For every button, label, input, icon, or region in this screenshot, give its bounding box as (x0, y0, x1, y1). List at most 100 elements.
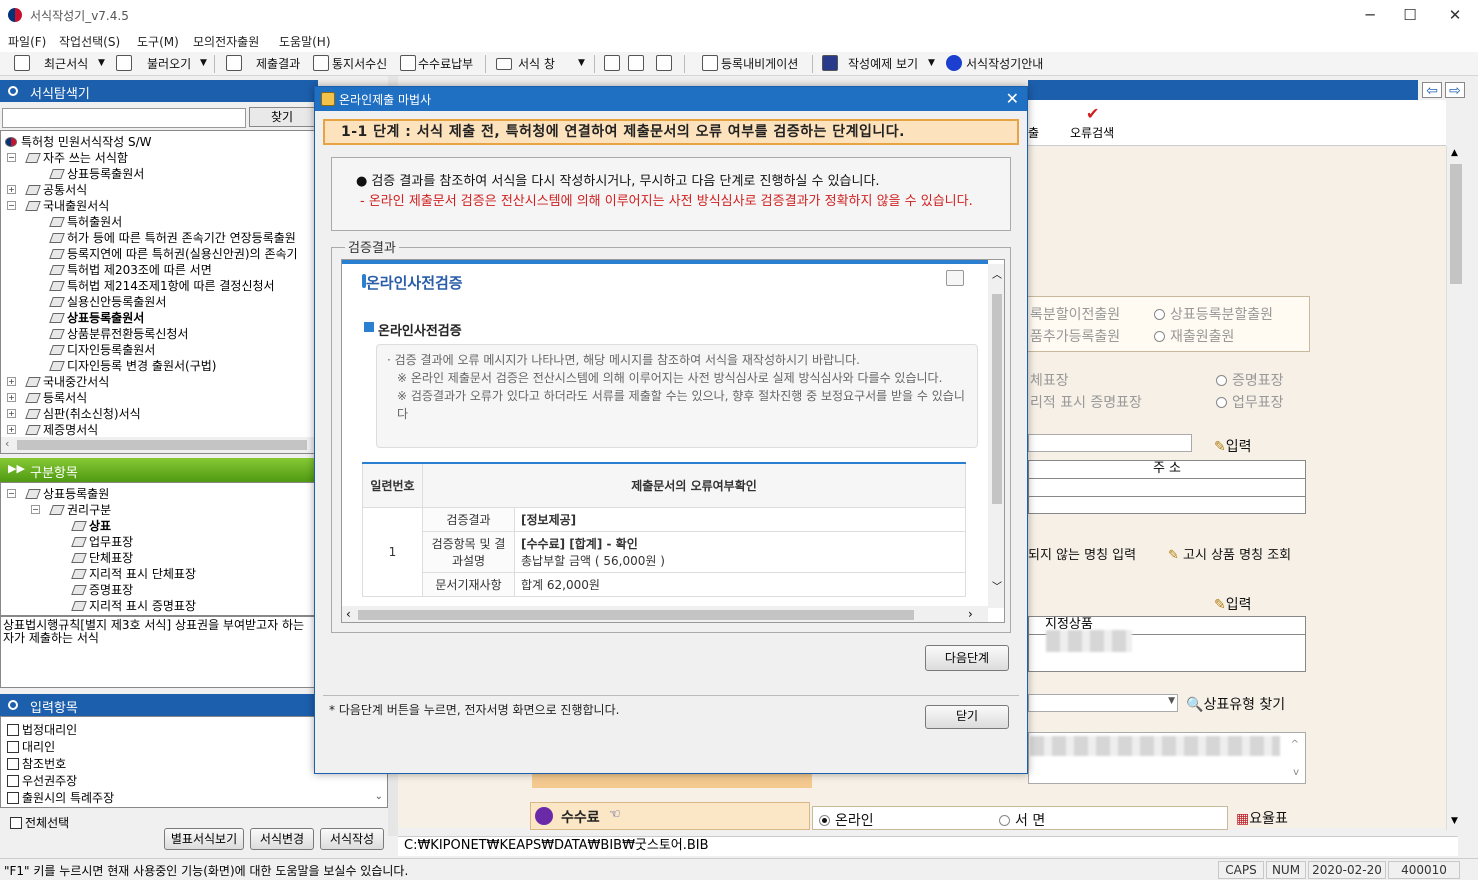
registration-navigation-button[interactable]: 등록내비게이션 (721, 55, 798, 73)
close-button[interactable]: ✕ (1445, 6, 1465, 24)
radio[interactable] (1216, 375, 1227, 386)
example-dropdown-icon[interactable]: ▼ (928, 58, 935, 76)
scroll-left-icon[interactable]: ‹ (346, 607, 351, 621)
scroll-down-icon[interactable]: ﹀ (992, 578, 1002, 593)
collapse-icon[interactable]: − (7, 201, 16, 210)
checkbox[interactable] (7, 741, 19, 753)
tree-item[interactable]: 디자인등록 변경 출원서(구법) (49, 357, 216, 374)
option-refiling[interactable]: 재출원출원 (1154, 326, 1234, 346)
collapse-icon[interactable]: − (7, 489, 16, 498)
tree-hscrollbar[interactable]: ‹ (1, 437, 315, 453)
scroll-thumb[interactable] (992, 294, 1002, 504)
menu-task-select[interactable]: 작업선택(S) (59, 33, 120, 50)
scroll-left-icon[interactable]: ‹ (5, 437, 9, 450)
option-division[interactable]: 상표등록분할출원 (1154, 304, 1273, 324)
prev-arrow-icon[interactable]: ⇦ (1422, 82, 1442, 99)
recent-forms-button[interactable]: 최근서식 (44, 55, 88, 73)
tree-item[interactable]: 특허출원서 (49, 213, 122, 230)
error-check-button[interactable]: 오류검색 (1070, 124, 1114, 141)
open-dropdown-icon[interactable]: ▼ (200, 58, 207, 76)
collapse-icon[interactable]: − (31, 505, 40, 514)
notice-search-button[interactable]: ✎ 고시 상품 명칭 조회 (1168, 544, 1291, 563)
class-item-selected[interactable]: 상표 (71, 517, 111, 534)
fee-table-button[interactable]: ▦요율표 (1236, 808, 1288, 828)
fee-paper-radio[interactable]: 서 면 (999, 810, 1045, 830)
submit-partial-label[interactable]: 출 (1028, 124, 1039, 141)
tree-item[interactable]: 실용신안등록출원서 (49, 293, 166, 310)
checkbox-legal-rep[interactable]: 법정대리인 (7, 721, 77, 738)
menu-mock-filing[interactable]: 모의전자출원 (193, 33, 259, 50)
option-certification[interactable]: 증명표장 (1216, 370, 1284, 390)
scroll-thumb[interactable] (1450, 164, 1462, 284)
radio-selected[interactable] (819, 815, 830, 826)
form-window-button[interactable]: 서식 창 (518, 55, 555, 73)
class-item[interactable]: 증명표장 (71, 581, 133, 598)
tree-domestic-filing[interactable]: 국내출원서식 (25, 197, 109, 214)
tree-trial[interactable]: 심판(취소신청)서식 (25, 405, 141, 422)
tree-item[interactable]: 특허법 제203조에 따른 서면 (49, 261, 212, 278)
option-business[interactable]: 업무표장 (1216, 392, 1284, 412)
form-search-input[interactable] (2, 108, 246, 128)
change-form-button[interactable]: 서식변경 (250, 828, 314, 850)
radio[interactable] (1154, 331, 1165, 342)
web-vscrollbar[interactable]: ︿ ﹀ (988, 264, 1004, 608)
scroll-thumb[interactable] (358, 610, 914, 620)
expand-icon[interactable]: + (7, 393, 16, 402)
minimize-button[interactable]: ─ (1360, 6, 1380, 24)
radio[interactable] (1216, 397, 1227, 408)
trademark-type-search-button[interactable]: 🔍상표유형 찾기 (1186, 694, 1285, 714)
collapse-icon[interactable]: − (7, 153, 16, 162)
tree-domestic-interim[interactable]: 국내중간서식 (25, 373, 109, 390)
close-wizard-button[interactable]: 닫기 (925, 705, 1009, 729)
web-hscrollbar[interactable]: ‹ › (342, 606, 988, 622)
goods-input-button[interactable]: ✎입력 (1214, 594, 1252, 614)
radio[interactable] (999, 815, 1010, 826)
checkbox[interactable] (7, 792, 19, 804)
separate-form-button[interactable]: 별표서식보기 (164, 828, 244, 850)
recent-dropdown-icon[interactable]: ▼ (98, 58, 105, 76)
trademark-type-select[interactable]: ▼ (1028, 694, 1178, 712)
scroll-down-icon[interactable]: v (1293, 767, 1299, 778)
checkbox[interactable] (10, 817, 22, 829)
tree-registration[interactable]: 등록서식 (25, 389, 87, 406)
tree-item[interactable]: 등록지연에 따른 특허권(실용신안권)의 존속기 (49, 245, 298, 262)
editor-vscrollbar[interactable]: ▲ ▼ (1446, 146, 1464, 830)
radio[interactable] (1154, 309, 1165, 320)
close-icon[interactable]: ✕ (1006, 89, 1019, 108)
scroll-thumb[interactable] (17, 440, 307, 450)
checkbox-agent[interactable]: 대리인 (7, 738, 55, 755)
guide-button[interactable]: 서식작성기안내 (966, 55, 1043, 73)
expand-icon[interactable]: + (7, 425, 16, 434)
tree-item[interactable]: 특허법 제214조제1항에 따른 결정신청서 (49, 277, 275, 294)
tree-item[interactable]: 디자인등록출원서 (49, 341, 155, 358)
submit-result-button[interactable]: 제출결과 (256, 55, 300, 73)
print-icon[interactable] (946, 270, 964, 286)
tree-item[interactable]: 상품분류전환등록신청서 (49, 325, 188, 342)
address-row[interactable] (1029, 479, 1305, 497)
tree-favorites[interactable]: 자주 쓰는 서식함 (25, 149, 128, 166)
class-rights[interactable]: 권리구분 (49, 501, 111, 518)
menu-help[interactable]: 도움말(H) (279, 33, 331, 50)
maximize-button[interactable]: ☐ (1400, 6, 1420, 24)
fee-pay-button[interactable]: 수수료납부 (418, 55, 473, 73)
expand-icon[interactable]: + (7, 377, 16, 386)
tree-item-selected[interactable]: 상표등록출원서 (49, 309, 144, 326)
menu-file[interactable]: 파일(F) (8, 33, 46, 50)
scroll-up-icon[interactable]: ︿ (992, 266, 1002, 281)
checkbox[interactable] (7, 758, 19, 770)
fee-online-radio[interactable]: 온라인 (819, 810, 874, 830)
next-arrow-icon[interactable]: ⇨ (1445, 82, 1465, 99)
class-root[interactable]: 상표등록출원 (25, 485, 109, 502)
unlisted-name-label[interactable]: 되지 않는 명칭 입력 (1028, 544, 1136, 563)
class-item[interactable]: 지리적 표시 증명표장 (71, 597, 196, 614)
class-item[interactable]: 업무표장 (71, 533, 133, 550)
tree-common[interactable]: 공통서식 (25, 181, 87, 198)
tree-certificates[interactable]: 제증명서식 (25, 421, 98, 438)
select-all-checkbox[interactable]: 전체선택 (10, 814, 69, 831)
write-form-button[interactable]: 서식작성 (320, 828, 384, 850)
example-view-button[interactable]: 작성예제 보기 (848, 55, 918, 73)
clear-icon[interactable] (656, 55, 672, 71)
find-button[interactable]: 찾기 (249, 107, 315, 127)
scroll-up-icon[interactable]: ^ (1291, 739, 1299, 750)
form-window-dropdown-icon[interactable]: ▼ (578, 58, 585, 76)
